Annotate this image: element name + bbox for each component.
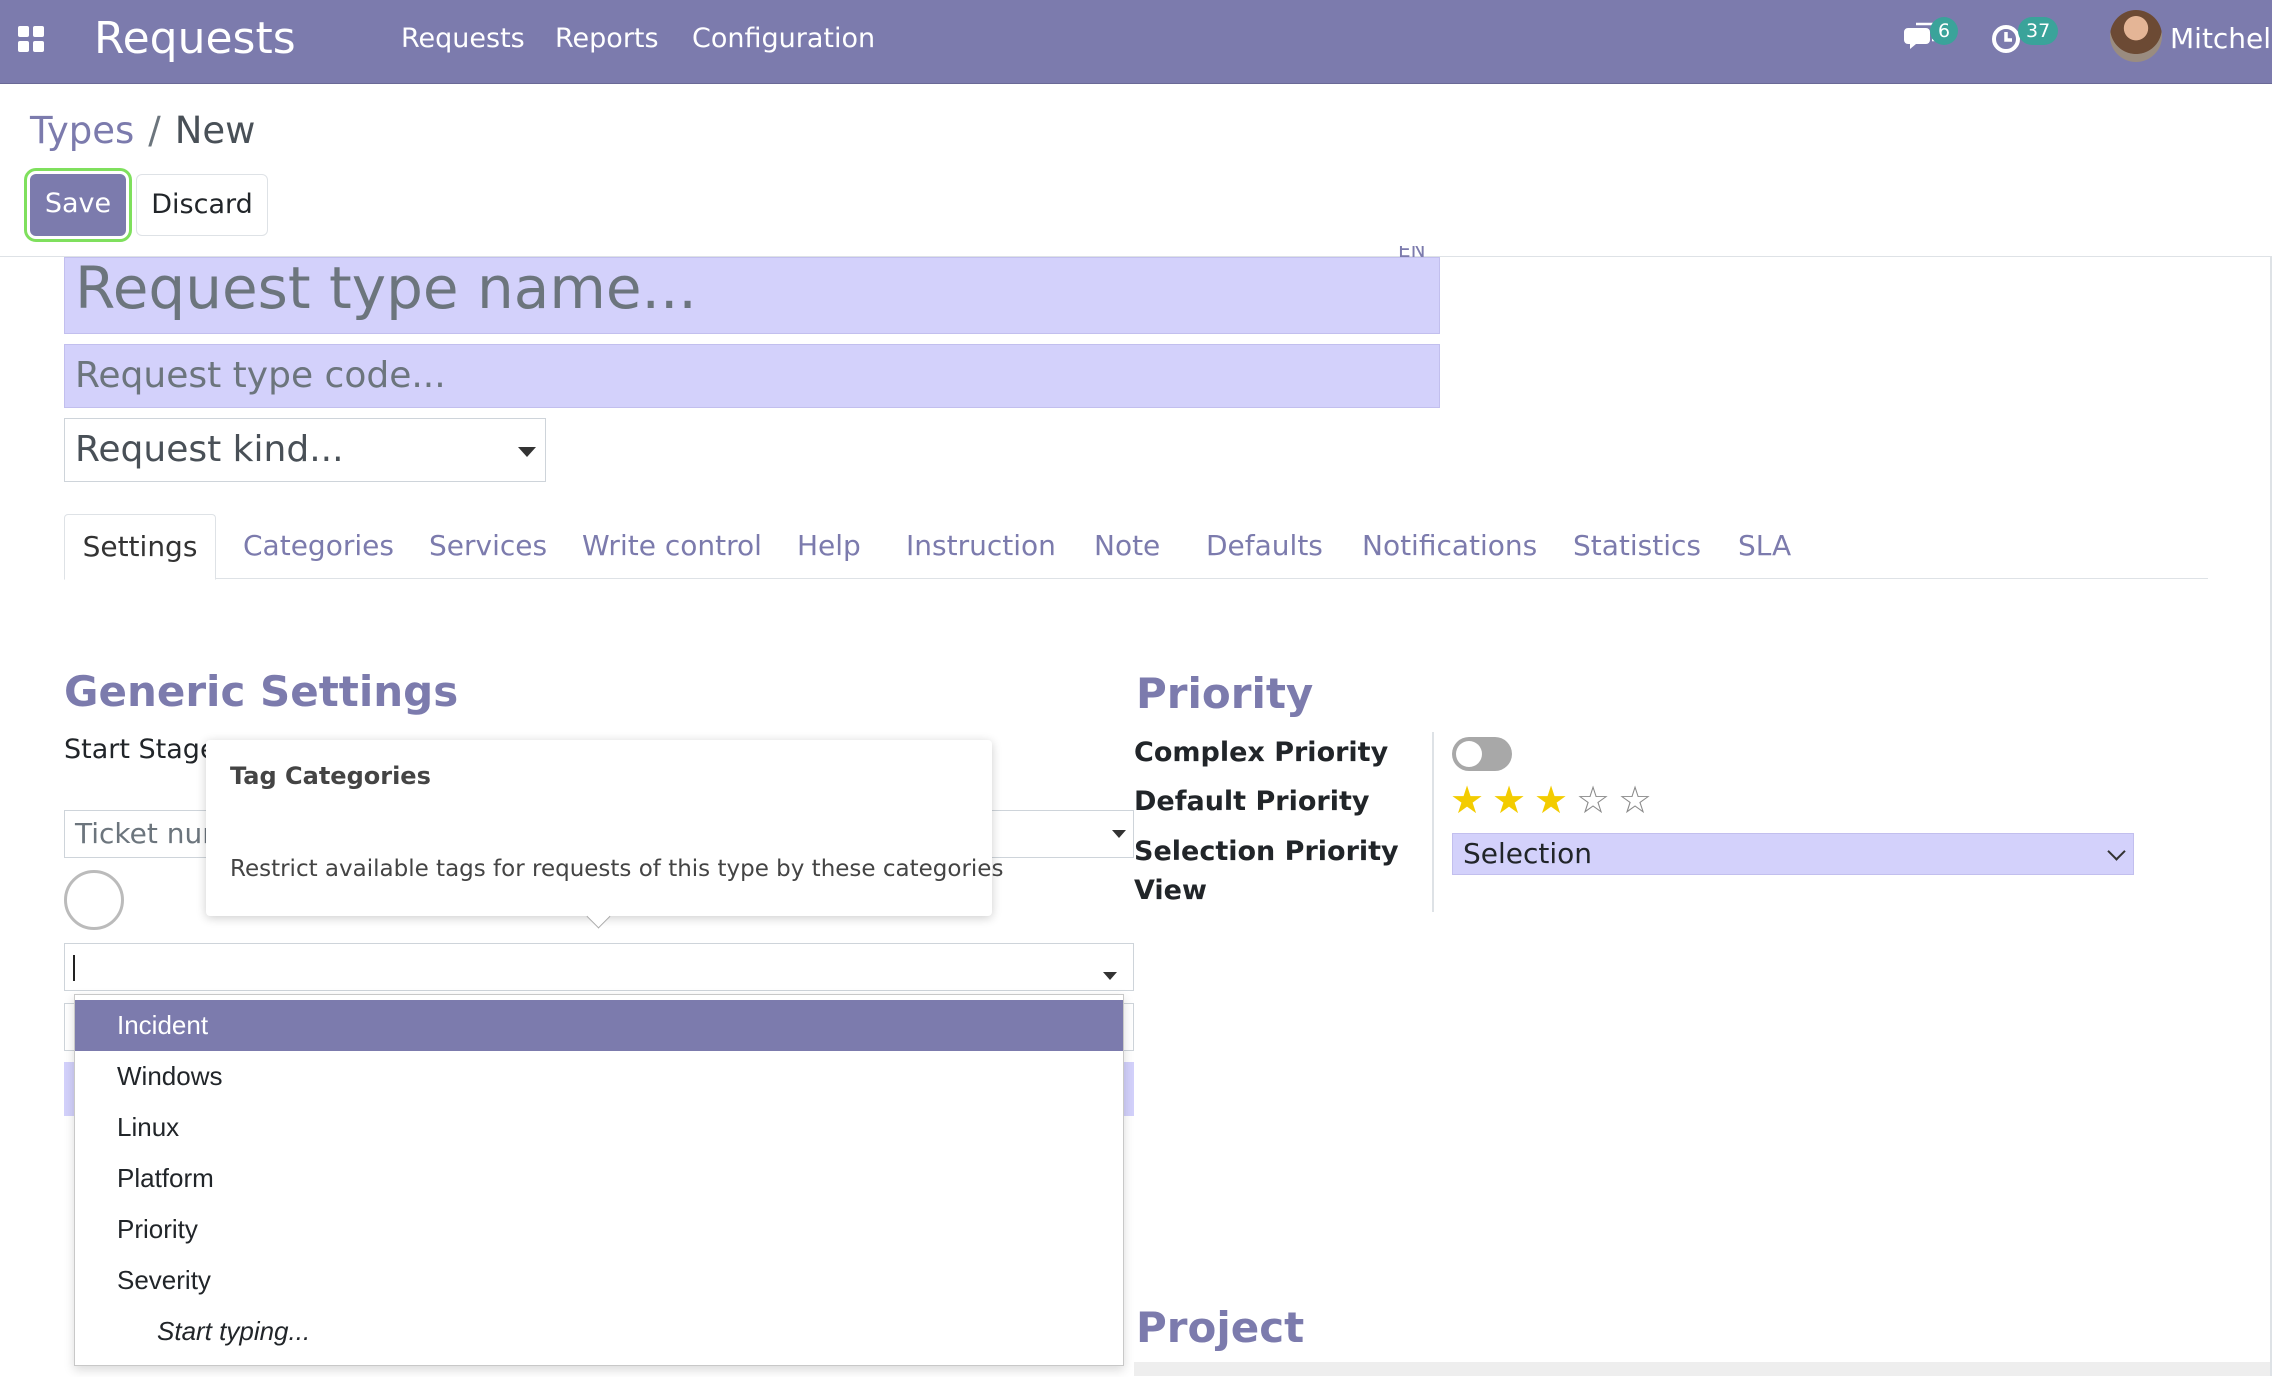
save-button[interactable]: Save xyxy=(24,168,132,242)
tabs-divider xyxy=(64,578,2208,579)
tab-statistics[interactable]: Statistics xyxy=(1573,514,1701,578)
star-icon[interactable]: ★ xyxy=(1450,780,1484,820)
dropdown-start-typing: Start typing... xyxy=(157,1316,311,1346)
selection-priority-select[interactable]: Selection xyxy=(1452,833,2134,875)
complex-priority-toggle[interactable] xyxy=(1452,737,1512,771)
activities-badge: 37 xyxy=(2018,17,2059,45)
tab-services[interactable]: Services xyxy=(429,514,547,578)
request-kind-placeholder: Request kind... xyxy=(75,429,344,470)
dropdown-item-incident[interactable]: Incident xyxy=(75,1000,1123,1051)
app-title[interactable]: Requests xyxy=(94,8,296,70)
user-avatar[interactable] xyxy=(2110,10,2162,62)
menu-configuration[interactable]: Configuration xyxy=(692,20,875,58)
tab-categories[interactable]: Categories xyxy=(243,514,394,578)
tooltip-help-text: Restrict available tags for requests of … xyxy=(230,856,1004,882)
caret-down-icon xyxy=(1112,830,1126,838)
discard-button[interactable]: Discard xyxy=(136,174,268,236)
caret-down-icon xyxy=(518,447,536,457)
tab-sla[interactable]: SLA xyxy=(1738,514,1791,578)
dropdown-item-severity[interactable]: Severity xyxy=(75,1255,1123,1306)
language-tag[interactable]: EN xyxy=(1398,246,1426,264)
color-picker-circle[interactable] xyxy=(64,870,124,930)
request-type-name-input[interactable]: Request type name... xyxy=(64,257,1440,334)
tab-note[interactable]: Note xyxy=(1094,514,1160,578)
apps-grid-icon[interactable] xyxy=(18,26,44,52)
star-icon[interactable]: ★ xyxy=(1534,780,1568,820)
tab-notifications[interactable]: Notifications xyxy=(1362,514,1537,578)
default-priority-label: Default Priority xyxy=(1134,786,1370,817)
tab-help[interactable]: Help xyxy=(797,514,861,578)
menu-reports[interactable]: Reports xyxy=(555,20,659,58)
priority-title: Priority xyxy=(1136,669,1314,718)
request-kind-select[interactable]: Request kind... xyxy=(64,418,546,482)
menu-requests[interactable]: Requests xyxy=(401,20,525,58)
tag-categories-dropdown: Incident Windows Linux Platform Priority… xyxy=(74,994,1124,1366)
tag-categories-input[interactable] xyxy=(64,943,1134,991)
breadcrumb-current: New xyxy=(174,109,256,152)
messages-badge: 6 xyxy=(1930,17,1959,45)
selection-priority-label-view: View xyxy=(1134,875,1207,906)
dropdown-item-windows[interactable]: Windows xyxy=(75,1051,1123,1102)
tab-defaults[interactable]: Defaults xyxy=(1206,514,1323,578)
star-icon[interactable]: ★ xyxy=(1492,780,1526,820)
project-row-strip xyxy=(1134,1362,2270,1376)
request-type-code-input[interactable]: Request type code... xyxy=(64,344,1440,408)
selection-priority-label: Selection Priority xyxy=(1134,836,1399,867)
breadcrumb-separator: / xyxy=(148,109,161,152)
generic-settings-title: Generic Settings xyxy=(64,667,459,716)
start-stage-label: Start Stage xyxy=(64,734,217,765)
tab-settings[interactable]: Settings xyxy=(64,514,216,580)
tab-instruction[interactable]: Instruction xyxy=(906,514,1056,578)
star-icon[interactable]: ☆ xyxy=(1576,780,1610,820)
tooltip-title: Tag Categories xyxy=(230,762,431,790)
breadcrumb-types-link[interactable]: Types xyxy=(30,109,134,152)
dropdown-item-linux[interactable]: Linux xyxy=(75,1102,1123,1153)
breadcrumb: Types / New xyxy=(30,106,255,156)
user-name[interactable]: Mitchell xyxy=(2170,20,2272,58)
star-icon[interactable]: ☆ xyxy=(1618,780,1652,820)
priority-divider xyxy=(1432,732,1434,912)
dropdown-item-priority[interactable]: Priority xyxy=(75,1204,1123,1255)
complex-priority-label: Complex Priority xyxy=(1134,737,1389,768)
project-title: Project xyxy=(1136,1303,1305,1352)
caret-down-icon[interactable] xyxy=(1103,972,1117,980)
tab-write-control[interactable]: Write control xyxy=(582,514,762,578)
tag-categories-tooltip: Tag Categories Restrict available tags f… xyxy=(206,740,1003,916)
selection-priority-value: Selection xyxy=(1463,837,1593,870)
text-cursor xyxy=(73,955,75,981)
dropdown-item-platform[interactable]: Platform xyxy=(75,1153,1123,1204)
